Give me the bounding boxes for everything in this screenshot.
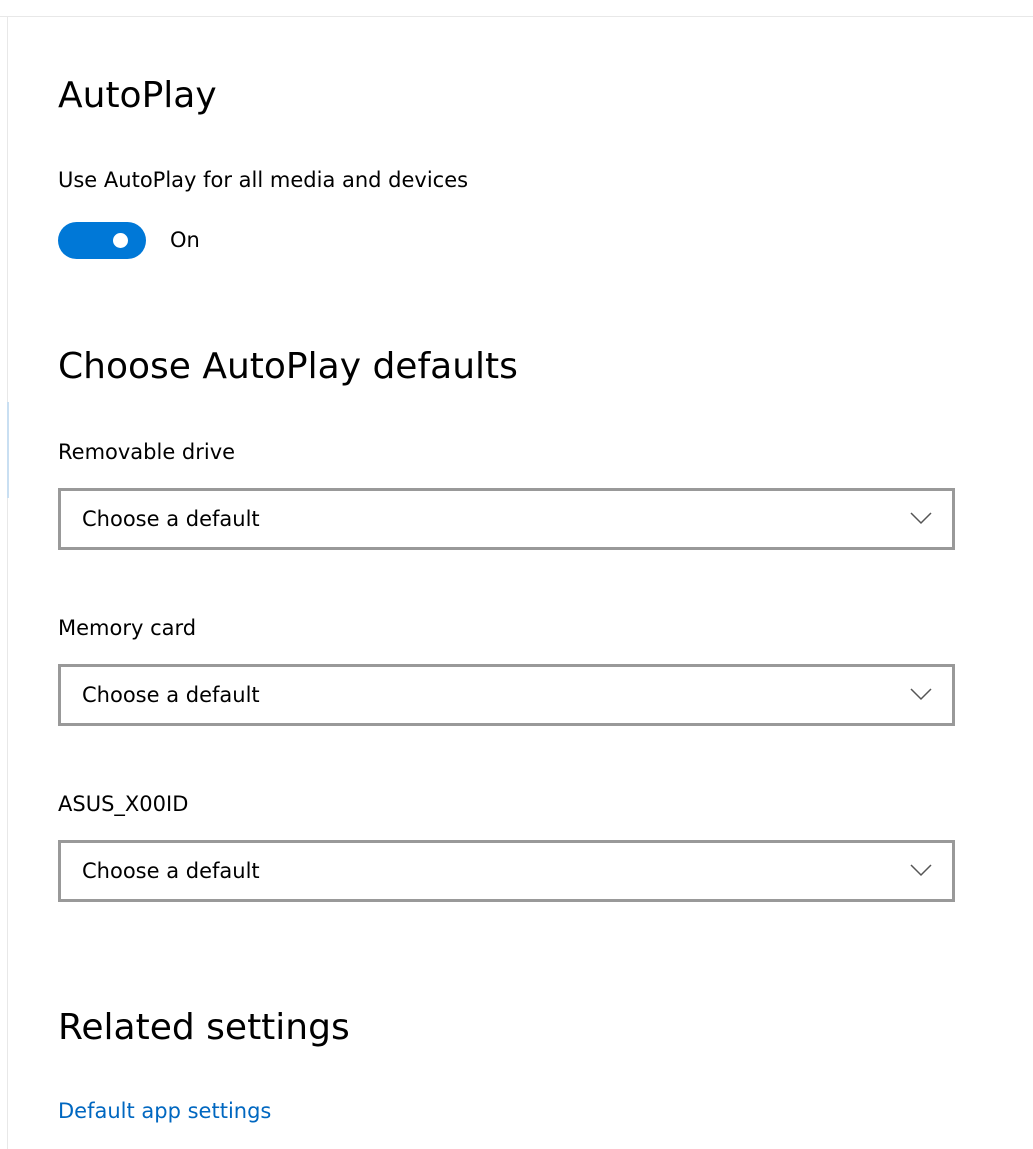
chevron-down-icon (910, 688, 932, 701)
autoplay-toggle[interactable] (58, 222, 146, 259)
default-app-settings-link[interactable]: Default app settings (58, 1096, 271, 1126)
dropdown-value: Choose a default (82, 507, 260, 531)
asus-device-label: ASUS_X00ID (58, 792, 189, 816)
chevron-down-icon (910, 864, 932, 877)
memory-card-label: Memory card (58, 616, 197, 640)
left-divider (7, 17, 8, 1149)
dropdown-value: Choose a default (82, 859, 260, 883)
memory-card-dropdown[interactable]: Choose a default (58, 664, 955, 726)
chevron-down-icon (910, 512, 932, 525)
autoplay-title: AutoPlay (58, 75, 217, 116)
defaults-title: Choose AutoPlay defaults (58, 346, 518, 387)
settings-page: AutoPlay Use AutoPlay for all media and … (0, 0, 1033, 1149)
asus-device-dropdown[interactable]: Choose a default (58, 840, 955, 902)
removable-drive-dropdown[interactable]: Choose a default (58, 488, 955, 550)
toggle-knob (113, 233, 128, 248)
related-settings-title: Related settings (58, 1007, 350, 1048)
dropdown-value: Choose a default (82, 683, 260, 707)
autoplay-toggle-label: Use AutoPlay for all media and devices (58, 168, 469, 192)
scroll-indicator (7, 402, 9, 498)
removable-drive-label: Removable drive (58, 440, 236, 464)
top-divider (0, 16, 1033, 17)
autoplay-toggle-state: On (170, 228, 200, 252)
